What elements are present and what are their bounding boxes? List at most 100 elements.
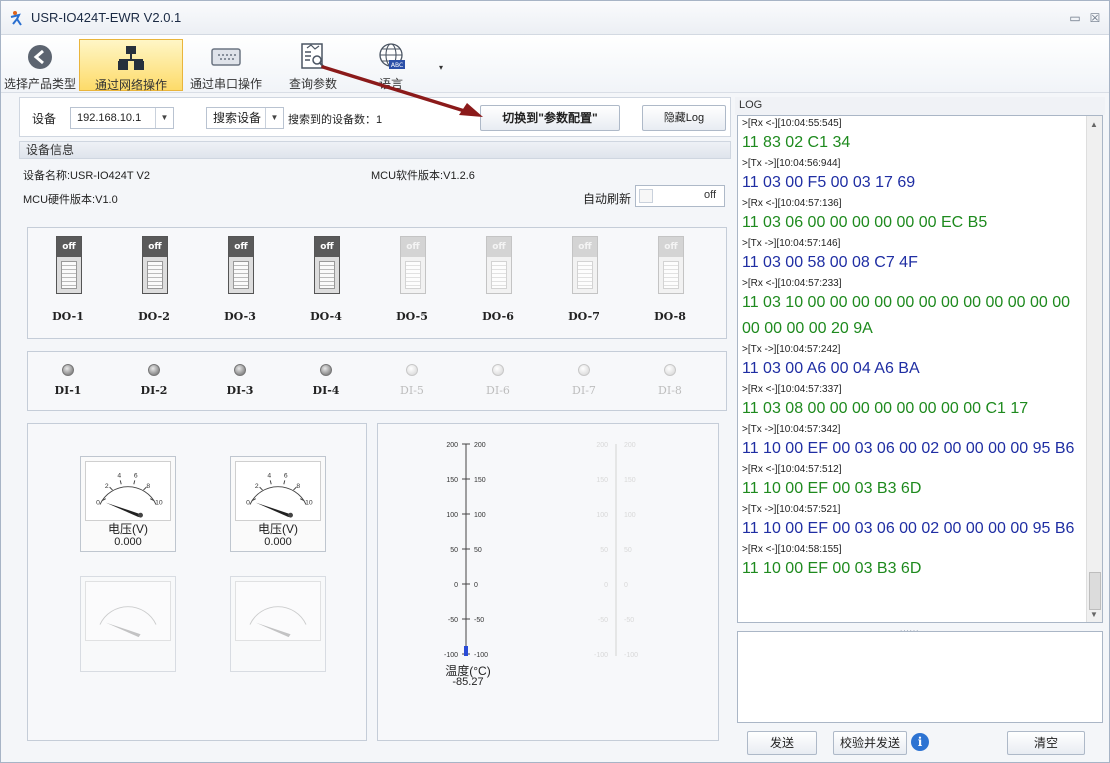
do-switch[interactable]: off — [142, 236, 168, 294]
di-label: DI-7 — [572, 384, 596, 397]
led-indicator-icon — [664, 364, 676, 376]
log-scrollbar[interactable]: ▲ ▼ — [1086, 116, 1102, 622]
do-label: DO-5 — [396, 310, 428, 323]
toolbar-network-label: 通过网络操作 — [94, 78, 167, 92]
toggle-knob — [639, 189, 653, 203]
search-device-button[interactable]: 搜索设备 ▼ — [206, 107, 284, 129]
di-label: DI-6 — [486, 384, 510, 397]
device-name-text: 设备名称:USR-IO424T V2 — [23, 170, 150, 182]
di-item: DI-2 — [124, 360, 184, 400]
therm-tick-disabled-left: -100 — [594, 652, 608, 659]
therm-tick-left: 100 — [446, 512, 458, 519]
do-switch: off — [400, 236, 426, 294]
do-item[interactable]: off DO-1 — [38, 236, 98, 326]
do-label: DO-8 — [654, 310, 686, 323]
log-actions: 发送 校验并发送 i 清空 — [735, 727, 1105, 759]
gauge-dial-icon: 0 2 4 6 8 10 — [85, 461, 171, 521]
close-button[interactable]: ☒ — [1087, 11, 1103, 25]
log-line: 11 10 00 EF 00 03 06 00 02 00 00 00 00 9… — [742, 440, 1075, 457]
do-switch[interactable]: off — [314, 236, 340, 294]
therm-tick-disabled-left: -50 — [598, 617, 608, 624]
toolbar-query-button[interactable]: 查询参数 — [273, 39, 353, 91]
do-item[interactable]: off DO-2 — [124, 236, 184, 326]
gauge-tick-label: 6 — [284, 472, 288, 479]
gauge-tick-label: 4 — [117, 472, 121, 479]
scroll-down-icon[interactable]: ▼ — [1090, 610, 1098, 619]
led-indicator-icon — [234, 364, 246, 376]
check-and-send-button[interactable]: 校验并发送 — [833, 731, 907, 755]
auto-refresh-label: 自动刷新 — [583, 192, 632, 206]
do-switch[interactable]: off — [228, 236, 254, 294]
do-label: DO-6 — [482, 310, 514, 323]
device-select[interactable]: 192.168.10.1 ▼ — [70, 107, 174, 129]
toolbar-select-product-label: 选择产品类型 — [3, 77, 76, 91]
scrollbar-thumb[interactable] — [1089, 572, 1101, 610]
do-state: off — [659, 237, 683, 257]
scroll-up-icon[interactable]: ▲ — [1090, 120, 1098, 129]
led-indicator-icon — [148, 364, 160, 376]
toolbar-network-button[interactable]: 通过网络操作 — [79, 39, 183, 92]
led-indicator-icon — [492, 364, 504, 376]
send-button[interactable]: 发送 — [747, 731, 817, 755]
minimize-button[interactable]: ▭ — [1067, 11, 1083, 25]
switch-grip-icon — [491, 261, 507, 289]
toolbar-select-product-button[interactable]: 选择产品类型 — [3, 39, 77, 91]
do-switch[interactable]: off — [56, 236, 82, 294]
device-bar: 设备 192.168.10.1 ▼ 搜索设备 ▼ 搜索到的设备数：1 切换到"参… — [19, 97, 731, 137]
log-line: 11 03 00 F5 00 03 17 69 — [742, 174, 916, 191]
gauge-tick-label: 8 — [146, 483, 150, 490]
search-device-label: 搜索设备 — [213, 111, 262, 125]
do-state: off — [573, 237, 597, 257]
do-item[interactable]: off DO-3 — [210, 236, 270, 326]
therm-tick-disabled-left: 200 — [596, 442, 608, 449]
hide-log-button[interactable]: 隐藏Log — [642, 105, 726, 131]
found-device-count: 搜索到的设备数：1 — [288, 114, 383, 126]
switch-to-config-button[interactable]: 切换到"参数配置" — [480, 105, 620, 131]
toolbar-serial-button[interactable]: 通过串口操作 — [185, 39, 267, 91]
back-arrow-icon — [28, 45, 52, 69]
device-label: 设备 — [32, 112, 57, 126]
switch-grip-icon — [577, 261, 593, 289]
chevron-down-icon[interactable]: ▼ — [155, 108, 173, 128]
do-label: DO-3 — [224, 310, 256, 323]
toolbar-language-button[interactable]: ABC 语言 — [359, 39, 423, 91]
log-line: 11 10 00 EF 00 03 06 00 02 00 00 00 00 9… — [742, 520, 1075, 537]
clear-button[interactable]: 清空 — [1007, 731, 1085, 755]
do-state: off — [487, 237, 511, 257]
therm-tick-left: 200 — [446, 442, 458, 449]
do-item: off DO-7 — [554, 236, 614, 326]
log-line: 11 03 06 00 00 00 00 00 00 EC B5 — [742, 214, 988, 231]
mcu-hardware-version: MCU硬件版本:V1.0 — [23, 194, 118, 206]
switch-grip-icon — [405, 261, 421, 289]
therm-tick-disabled-right: 150 — [624, 477, 636, 484]
log-line: 11 03 00 A6 00 04 A6 BA — [742, 360, 920, 377]
log-title: LOG — [735, 97, 1105, 115]
do-item[interactable]: off DO-4 — [296, 236, 356, 326]
therm-tick-disabled-right: -50 — [624, 617, 634, 624]
send-input[interactable] — [737, 631, 1103, 723]
do-state: off — [401, 237, 425, 257]
chevron-down-icon[interactable]: ▼ — [265, 108, 283, 128]
do-state: off — [315, 237, 339, 257]
therm-tick-right: 150 — [474, 477, 486, 484]
led-indicator-icon — [406, 364, 418, 376]
gauge-tick-label: 6 — [134, 472, 138, 479]
device-panel: 设备 192.168.10.1 ▼ 搜索设备 ▼ 搜索到的设备数：1 切换到"参… — [19, 97, 731, 759]
do-item: off DO-8 — [640, 236, 700, 326]
log-output[interactable]: >[Rx <-][10:04:55:545] 11 83 02 C1 34 >[… — [737, 115, 1103, 623]
do-item: off DO-6 — [468, 236, 528, 326]
switch-grip-icon — [663, 261, 679, 289]
auto-refresh-toggle[interactable]: off — [635, 185, 725, 207]
gauge-tick-label: 0 — [246, 500, 250, 507]
toolbar-serial-label: 通过串口操作 — [189, 77, 262, 91]
gauge-value: 0.000 — [114, 536, 142, 548]
di-label: DI-3 — [226, 384, 254, 397]
gauge-label: 电压(V) — [108, 522, 148, 536]
log-line: >[Rx <-][10:04:57:233] — [742, 278, 842, 289]
therm-tick-disabled-left: 0 — [604, 582, 608, 589]
toolbar-query-label: 查询参数 — [288, 77, 337, 91]
info-icon[interactable]: i — [911, 733, 929, 751]
therm-tick-disabled-right: -100 — [624, 652, 638, 659]
di-item: DI-8 — [640, 360, 700, 400]
toolbar-more-chevron-icon[interactable]: ▾ — [439, 63, 443, 72]
